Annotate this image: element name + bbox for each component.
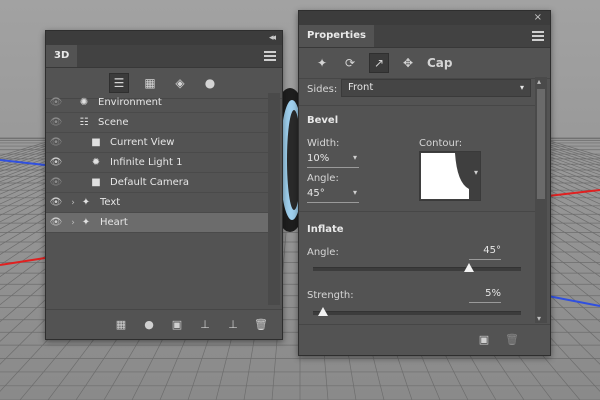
collapse-panel-icon[interactable]: ◂◂ xyxy=(269,33,276,43)
cap-mode-icon[interactable]: ↗ xyxy=(369,53,389,73)
tab-properties[interactable]: Properties xyxy=(299,25,374,47)
environment-icon: ✺ xyxy=(79,97,89,108)
visibility-eye-icon[interactable]: 👁 xyxy=(46,137,66,148)
layer-name: Scene xyxy=(98,117,129,128)
infinite-light-icon: ✹ xyxy=(91,157,101,168)
layer-name: Current View xyxy=(110,137,175,148)
chevron-down-icon: ▾ xyxy=(519,83,524,92)
contour-preview-icon xyxy=(421,153,469,199)
layer-row-scene[interactable]: 👁 ☷ Scene xyxy=(46,113,268,133)
panel-3d-header-strip: ◂◂ xyxy=(46,31,282,45)
layer-name: Text xyxy=(100,197,121,208)
scrollbar-thumb[interactable] xyxy=(537,89,545,199)
visibility-eye-icon[interactable]: 👁 xyxy=(46,197,66,208)
layer-row-heart[interactable]: 👁 › ✦ Heart xyxy=(46,213,268,233)
strength-slider-track[interactable] xyxy=(313,311,521,315)
visibility-eye-icon[interactable]: 👁 xyxy=(46,117,66,128)
visibility-eye-icon[interactable]: 👁 xyxy=(46,177,66,188)
layer-name: Default Camera xyxy=(110,177,189,188)
layer-row-current-view[interactable]: 👁 ■ Current View xyxy=(46,133,268,153)
deform-mode-icon[interactable]: ⟳ xyxy=(341,54,359,72)
close-panel-icon[interactable]: × xyxy=(534,12,542,23)
chevron-down-icon: ▾ xyxy=(352,188,357,197)
bevel-angle-value: 45° xyxy=(307,188,325,199)
layer-row-environment[interactable]: 👁 ✺ Environment xyxy=(46,93,268,113)
bevel-width-field[interactable]: 10% ▾ xyxy=(307,153,359,168)
expand-chevron-icon[interactable]: › xyxy=(68,218,78,228)
tab-3d[interactable]: 3D xyxy=(46,45,78,67)
coordinates-mode-icon[interactable]: ✥ xyxy=(399,54,417,72)
camera-ground-icon[interactable]: ⊥ xyxy=(226,318,240,331)
mesh-mode-icon[interactable]: ✦ xyxy=(313,54,331,72)
sides-value: Front xyxy=(348,82,374,93)
scene-icon: ☷ xyxy=(79,117,89,128)
strength-field[interactable]: 5% xyxy=(469,288,501,303)
layer-list-scrollbar[interactable] xyxy=(268,93,280,305)
angle-label: Angle: xyxy=(307,173,339,184)
mesh-icon: ✦ xyxy=(81,217,91,228)
panel-3d: ◂◂ 3D ☰ ▦ ◈ ● 👁 ✺ Environment 👁 ☷ Scene … xyxy=(45,30,283,340)
panel-3d-tabbar: 3D xyxy=(46,45,282,68)
camera-icon: ■ xyxy=(91,137,101,148)
bevel-angle-field[interactable]: 45° ▾ xyxy=(307,188,359,203)
camera-icon: ■ xyxy=(91,177,101,188)
strength-label: Strength: xyxy=(307,290,354,301)
render-icon[interactable]: ▣ xyxy=(170,318,184,331)
render-icon[interactable]: ▣ xyxy=(477,333,491,346)
visibility-eye-icon[interactable]: 👁 xyxy=(46,97,66,108)
layer-row-infinite-light[interactable]: 👁 ✹ Infinite Light 1 xyxy=(46,153,268,173)
layer-name: Environment xyxy=(98,97,162,108)
width-label: Width: xyxy=(307,138,340,149)
panel-menu-icon[interactable] xyxy=(264,51,276,61)
visibility-eye-icon[interactable]: 👁 xyxy=(46,217,66,228)
mesh-icon: ✦ xyxy=(81,197,91,208)
inflate-angle-label: Angle: xyxy=(307,247,339,258)
add-mesh-icon[interactable]: ▦ xyxy=(114,318,128,331)
properties-scrollbar[interactable]: ▴ ▾ xyxy=(535,77,547,323)
inflate-angle-slider-thumb[interactable] xyxy=(464,263,474,272)
panel-3d-bottom-toolbar: ▦ ● ▣ ⊥ ⊥ 🗑 xyxy=(46,309,282,339)
layer-name: Infinite Light 1 xyxy=(110,157,183,168)
add-light-icon[interactable]: ● xyxy=(142,318,156,331)
chevron-down-icon: ▾ xyxy=(352,153,357,162)
sides-select[interactable]: Front ▾ xyxy=(341,79,531,97)
properties-bottom-toolbar: ▣ 🗑 xyxy=(299,324,550,355)
delete-icon[interactable]: 🗑 xyxy=(505,333,519,346)
material-filter-icon[interactable]: ◈ xyxy=(171,74,189,92)
properties-tabbar: Properties xyxy=(299,25,550,48)
mesh-filter-icon[interactable]: ▦ xyxy=(141,74,159,92)
scene-filter-icon[interactable]: ☰ xyxy=(109,73,129,93)
chevron-down-icon: ▾ xyxy=(473,168,478,177)
bevel-heading: Bevel xyxy=(307,115,339,126)
panel-properties: × Properties ✦ ⟳ ↗ ✥ Cap Sides: Front ▾ … xyxy=(298,10,551,356)
scroll-down-icon[interactable]: ▾ xyxy=(537,314,541,323)
delete-icon[interactable]: 🗑 xyxy=(254,318,268,331)
layer-row-text[interactable]: 👁 › ✦ Text xyxy=(46,193,268,213)
properties-mode-toolbar: ✦ ⟳ ↗ ✥ Cap xyxy=(299,48,550,79)
cap-mode-label: Cap xyxy=(427,56,453,70)
inflate-angle-field[interactable]: 45° xyxy=(469,245,501,260)
bevel-width-value: 10% xyxy=(307,153,330,164)
contour-picker[interactable]: ▾ xyxy=(419,151,481,201)
strength-slider-thumb[interactable] xyxy=(318,307,329,316)
ground-icon[interactable]: ⊥ xyxy=(198,318,212,331)
visibility-eye-icon[interactable]: 👁 xyxy=(46,157,66,168)
layer-name: Heart xyxy=(100,217,128,228)
properties-header-strip: × xyxy=(299,11,550,25)
layer-row-default-camera[interactable]: 👁 ■ Default Camera xyxy=(46,173,268,193)
light-filter-icon[interactable]: ● xyxy=(201,74,219,92)
inflate-heading: Inflate xyxy=(307,224,344,235)
scroll-up-icon[interactable]: ▴ xyxy=(537,77,541,86)
sides-label: Sides: xyxy=(307,84,338,95)
contour-label: Contour: xyxy=(419,138,463,149)
expand-chevron-icon[interactable]: › xyxy=(68,198,78,208)
panel-menu-icon[interactable] xyxy=(532,31,544,41)
inflate-angle-slider-track[interactable] xyxy=(313,267,521,271)
